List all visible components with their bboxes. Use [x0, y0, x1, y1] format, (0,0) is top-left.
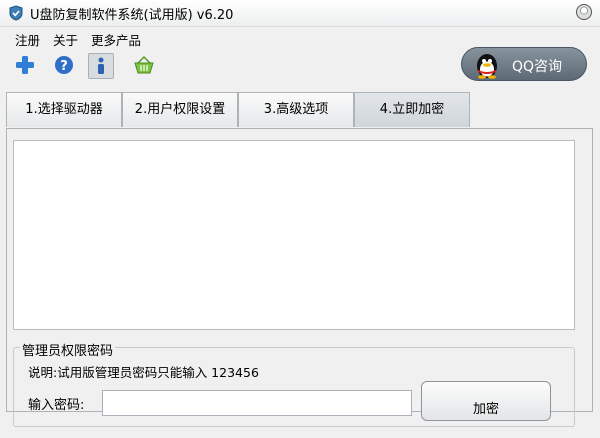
qq-consult-label: QQ咨询: [512, 59, 563, 75]
info-button[interactable]: [88, 53, 114, 79]
basket-icon[interactable]: [133, 54, 155, 76]
tab-strip: 1.选择驱动器 2.用户权限设置 3.高级选项 4.立即加密: [6, 92, 594, 128]
window-title: U盘防复制软件系统(试用版) v6.20: [30, 8, 234, 23]
menu-bar: 注册 关于 更多产品: [0, 27, 600, 49]
qq-consult-button[interactable]: QQ咨询: [461, 47, 587, 81]
tab-encrypt-now[interactable]: 4.立即加密: [354, 92, 470, 127]
menu-register[interactable]: 注册: [15, 30, 40, 49]
tab-user-permissions[interactable]: 2.用户权限设置: [122, 92, 238, 127]
info-icon: [98, 57, 104, 74]
tab-select-drive[interactable]: 1.选择驱动器: [6, 92, 122, 127]
encrypt-button[interactable]: 加密: [421, 381, 551, 421]
svg-text:?: ?: [60, 59, 68, 74]
menu-about[interactable]: 关于: [53, 30, 78, 49]
password-label: 输入密码:: [28, 398, 85, 413]
trial-password-hint: 说明:试用版管理员密码只能输入 123456: [28, 365, 259, 380]
menu-more-products[interactable]: 更多产品: [91, 30, 141, 49]
close-button[interactable]: [576, 4, 592, 20]
plus-icon[interactable]: [14, 54, 36, 76]
password-input[interactable]: [102, 390, 412, 416]
shield-icon: [9, 5, 23, 21]
tab-advanced-options[interactable]: 3.高级选项: [238, 92, 354, 127]
qq-penguin-icon: [477, 54, 497, 79]
admin-password-group-title: 管理员权限密码: [20, 340, 116, 359]
drive-list[interactable]: [13, 140, 575, 330]
title-bar: U盘防复制软件系统(试用版) v6.20: [0, 0, 600, 27]
help-icon[interactable]: ?: [53, 54, 75, 76]
